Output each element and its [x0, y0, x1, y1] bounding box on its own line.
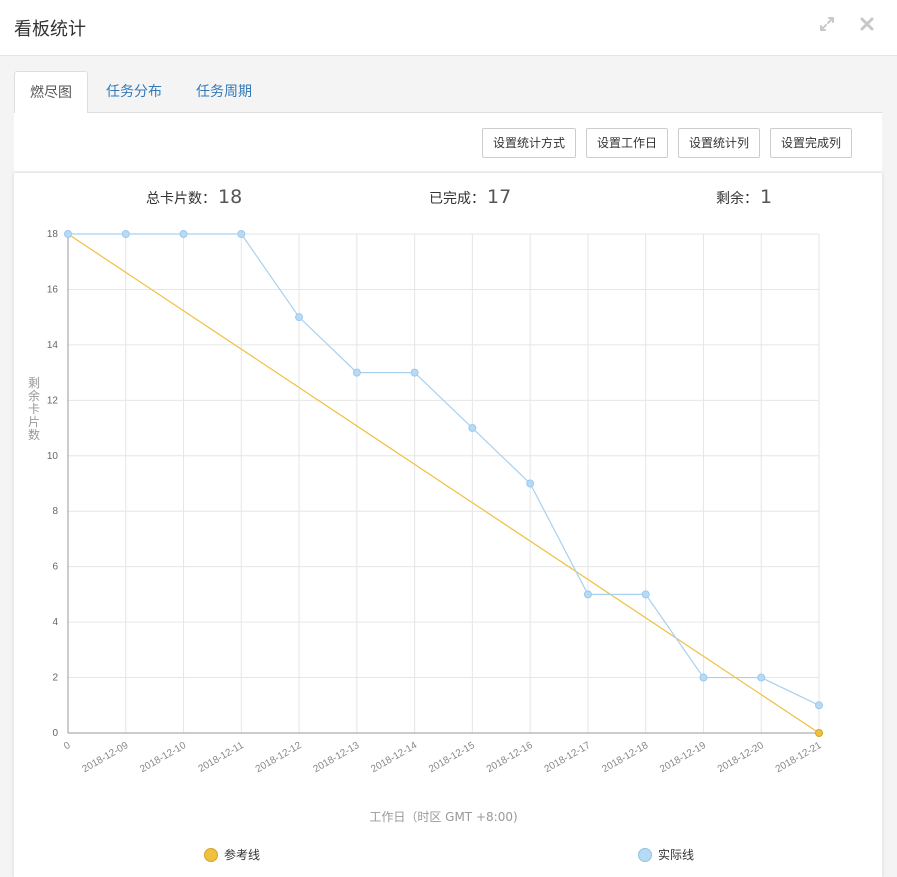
tab-burndown[interactable]: 燃尽图	[14, 71, 88, 114]
y-axis-title-char: 数	[28, 427, 40, 442]
y-tick-label: 6	[52, 562, 58, 573]
burndown-chart-panel: 总卡片数： 18 已完成： 17 剩余： 1 0 2 4 6 8 10 12 14 16 18 0 2018…	[14, 173, 882, 877]
x-tick-label: 2018-12-13	[312, 740, 362, 775]
x-tick-label: 0	[62, 740, 73, 753]
actual-point	[295, 313, 304, 322]
y-axis-title-char: 卡	[28, 402, 40, 416]
actual-point	[641, 590, 650, 599]
modal-header: 看板统计	[0, 0, 897, 56]
actual-point	[583, 590, 592, 599]
x-tick-label: 2018-12-12	[254, 740, 304, 775]
actual-point	[121, 230, 130, 238]
x-tick-label: 2018-12-14	[369, 740, 419, 775]
actual-point	[468, 424, 477, 433]
legend-actual[interactable]: 实际线	[638, 846, 694, 863]
actual-line	[68, 233, 820, 706]
x-tick-label: 2018-12-15	[427, 740, 477, 775]
modal-title: 看板统计	[14, 19, 86, 40]
actual-point	[410, 368, 419, 377]
tab-bar: 燃尽图 任务分布 任务周期	[14, 71, 882, 114]
y-tick-label: 14	[47, 340, 59, 351]
actual-point	[237, 230, 246, 238]
y-tick-label: 2	[52, 673, 58, 684]
actual-point	[64, 230, 72, 238]
x-tick-label: 2018-12-11	[197, 740, 247, 775]
legend-actual-label: 实际线	[658, 848, 695, 862]
y-tick-label: 18	[47, 229, 59, 240]
actual-point	[526, 479, 535, 488]
actual-point	[815, 701, 823, 710]
set-workday-button[interactable]: 设置工作日	[586, 128, 668, 158]
legend-actual-swatch	[638, 847, 652, 862]
actual-point	[179, 230, 188, 238]
actual-point	[352, 368, 361, 377]
tab-task-cycle[interactable]: 任务周期	[186, 71, 262, 113]
y-tick-label: 16	[47, 284, 59, 295]
x-tick-label: 2018-12-20	[716, 740, 766, 775]
x-tick-label: 2018-12-18	[600, 740, 650, 775]
close-icon[interactable]	[856, 13, 878, 35]
x-tick-label: 2018-12-09	[80, 740, 130, 775]
legend-reference-label: 参考线	[224, 848, 261, 862]
y-tick-label: 4	[52, 617, 58, 628]
x-tick-label: 2018-12-19	[658, 740, 708, 775]
legend-reference[interactable]: 参考线	[204, 846, 260, 863]
y-tick-label: 8	[52, 506, 58, 517]
burndown-chart: 0 2 4 6 8 10 12 14 16 18 0 2018-12-09 2018-12-10 2018…	[28, 229, 824, 824]
reference-point	[815, 729, 823, 737]
toolbar: 设置统计方式 设置工作日 设置统计列 设置完成列	[14, 113, 882, 171]
set-done-column-button[interactable]: 设置完成列	[770, 128, 852, 158]
y-tick-label: 12	[47, 395, 59, 406]
y-axis-title-char: 剩	[28, 376, 40, 390]
set-stat-column-button[interactable]: 设置统计列	[678, 128, 760, 158]
x-tick-label: 2018-12-16	[485, 740, 535, 775]
tab-task-distribution[interactable]: 任务分布	[96, 71, 172, 113]
x-tick-label: 2018-12-21	[774, 740, 824, 775]
reference-line	[67, 233, 820, 734]
x-axis-title: 工作日（时区 GMT +8:00)	[369, 810, 517, 824]
y-axis-title-char: 片	[28, 415, 40, 429]
legend-reference-swatch	[204, 847, 218, 862]
set-stat-method-button[interactable]: 设置统计方式	[482, 128, 576, 158]
expand-icon[interactable]	[816, 13, 838, 35]
actual-point	[699, 673, 708, 682]
y-axis-title: 剩余卡片数	[28, 376, 40, 442]
y-axis-title-char: 余	[28, 388, 40, 403]
y-tick-label: 10	[47, 451, 59, 462]
y-tick-label: 0	[52, 728, 58, 739]
actual-point	[757, 673, 766, 682]
x-tick-label: 2018-12-10	[138, 740, 188, 775]
x-tick-label: 2018-12-17	[543, 740, 593, 775]
